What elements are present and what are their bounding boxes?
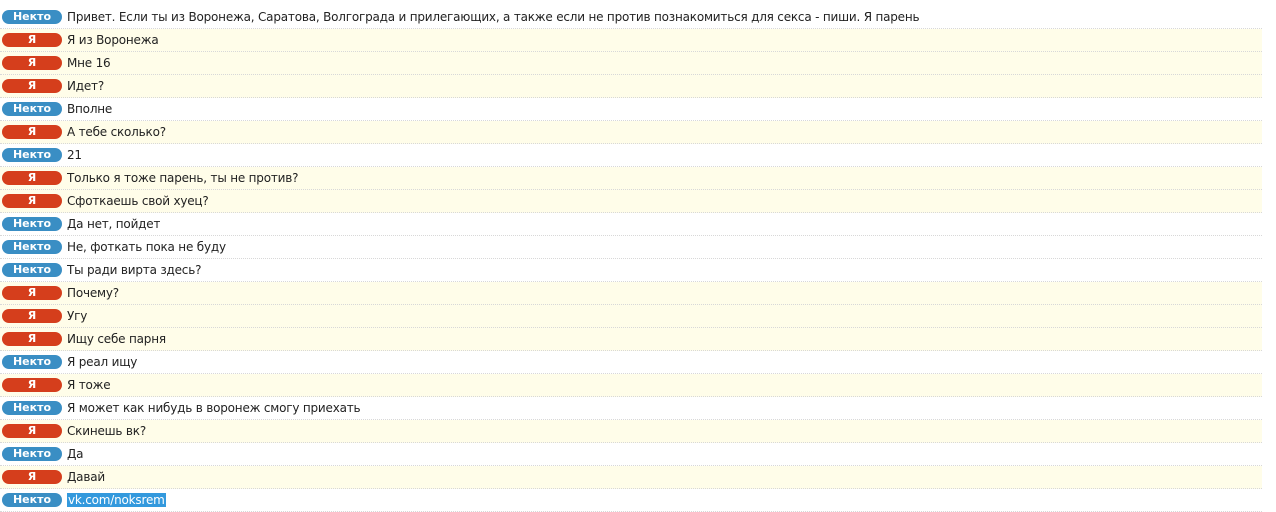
chat-message: Некто Да нет, пойдет bbox=[0, 213, 1262, 236]
message-text: Только я тоже парень, ты не против? bbox=[67, 171, 299, 185]
sender-badge-stranger: Некто bbox=[2, 102, 62, 116]
chat-message: Я Я из Воронежа bbox=[0, 29, 1262, 52]
message-text: Я реал ищу bbox=[67, 355, 138, 369]
sender-badge-me: Я bbox=[2, 171, 62, 185]
chat-message: Я Мне 16 bbox=[0, 52, 1262, 75]
chat-message: Некто Ты ради вирта здесь? bbox=[0, 259, 1262, 282]
sender-badge-me: Я bbox=[2, 194, 62, 208]
sender-badge-stranger: Некто bbox=[2, 493, 62, 507]
sender-badge-me: Я bbox=[2, 424, 62, 438]
sender-badge-me: Я bbox=[2, 79, 62, 93]
chat-log: Некто Привет. Если ты из Воронежа, Сарато… bbox=[0, 6, 1262, 512]
chat-message: Некто Не, фоткать пока не буду bbox=[0, 236, 1262, 259]
sender-badge-stranger: Некто bbox=[2, 263, 62, 277]
message-text: Да bbox=[67, 447, 84, 461]
message-text: Я из Воронежа bbox=[67, 33, 159, 47]
message-text: Да нет, пойдет bbox=[67, 217, 161, 231]
message-text: А тебе сколько? bbox=[67, 125, 166, 139]
chat-message: Я Только я тоже парень, ты не против? bbox=[0, 167, 1262, 190]
chat-message: Я Давай bbox=[0, 466, 1262, 489]
message-text: 21 bbox=[67, 148, 82, 162]
message-text: Скинешь вк? bbox=[67, 424, 147, 438]
sender-badge-me: Я bbox=[2, 33, 62, 47]
message-text[interactable]: vk.com/noksrem bbox=[67, 493, 166, 507]
chat-message: Некто Я реал ищу bbox=[0, 351, 1262, 374]
message-text: Почему? bbox=[67, 286, 119, 300]
chat-message: Я Идет? bbox=[0, 75, 1262, 98]
message-text: Идет? bbox=[67, 79, 105, 93]
sender-badge-me: Я bbox=[2, 125, 62, 139]
chat-message: Я Скинешь вк? bbox=[0, 420, 1262, 443]
chat-message: Я Ищу себе парня bbox=[0, 328, 1262, 351]
chat-message: Некто Привет. Если ты из Воронежа, Сарато… bbox=[0, 6, 1262, 29]
message-text: Мне 16 bbox=[67, 56, 111, 70]
sender-badge-stranger: Некто bbox=[2, 148, 62, 162]
message-text: Сфоткаешь свой хуец? bbox=[67, 194, 209, 208]
message-text: Ты ради вирта здесь? bbox=[67, 263, 202, 277]
chat-message: Некто Я может как нибудь в воронеж смогу … bbox=[0, 397, 1262, 420]
chat-message: Я А тебе сколько? bbox=[0, 121, 1262, 144]
sender-badge-me: Я bbox=[2, 309, 62, 323]
sender-badge-stranger: Некто bbox=[2, 355, 62, 369]
sender-badge-me: Я bbox=[2, 332, 62, 346]
sender-badge-stranger: Некто bbox=[2, 240, 62, 254]
sender-badge-me: Я bbox=[2, 56, 62, 70]
chat-message: Я Угу bbox=[0, 305, 1262, 328]
sender-badge-stranger: Некто bbox=[2, 217, 62, 231]
chat-message: Некто Да bbox=[0, 443, 1262, 466]
message-text: Привет. Если ты из Воронежа, Саратова, В… bbox=[67, 10, 920, 24]
sender-badge-me: Я bbox=[2, 286, 62, 300]
chat-message: Я Почему? bbox=[0, 282, 1262, 305]
chat-message: Некто 21 bbox=[0, 144, 1262, 167]
message-text: Не, фоткать пока не буду bbox=[67, 240, 226, 254]
sender-badge-stranger: Некто bbox=[2, 401, 62, 415]
message-text: Я тоже bbox=[67, 378, 111, 392]
chat-message: Некто Вполне bbox=[0, 98, 1262, 121]
message-text: Я может как нибудь в воронеж смогу приех… bbox=[67, 401, 361, 415]
sender-badge-stranger: Некто bbox=[2, 447, 62, 461]
message-text: Ищу себе парня bbox=[67, 332, 166, 346]
message-text: Угу bbox=[67, 309, 88, 323]
message-text: Давай bbox=[67, 470, 105, 484]
chat-message: Я Сфоткаешь свой хуец? bbox=[0, 190, 1262, 213]
sender-badge-me: Я bbox=[2, 378, 62, 392]
message-text: Вполне bbox=[67, 102, 113, 116]
chat-message: Некто vk.com/noksrem bbox=[0, 489, 1262, 512]
sender-badge-me: Я bbox=[2, 470, 62, 484]
sender-badge-stranger: Некто bbox=[2, 10, 62, 24]
chat-message: Я Я тоже bbox=[0, 374, 1262, 397]
